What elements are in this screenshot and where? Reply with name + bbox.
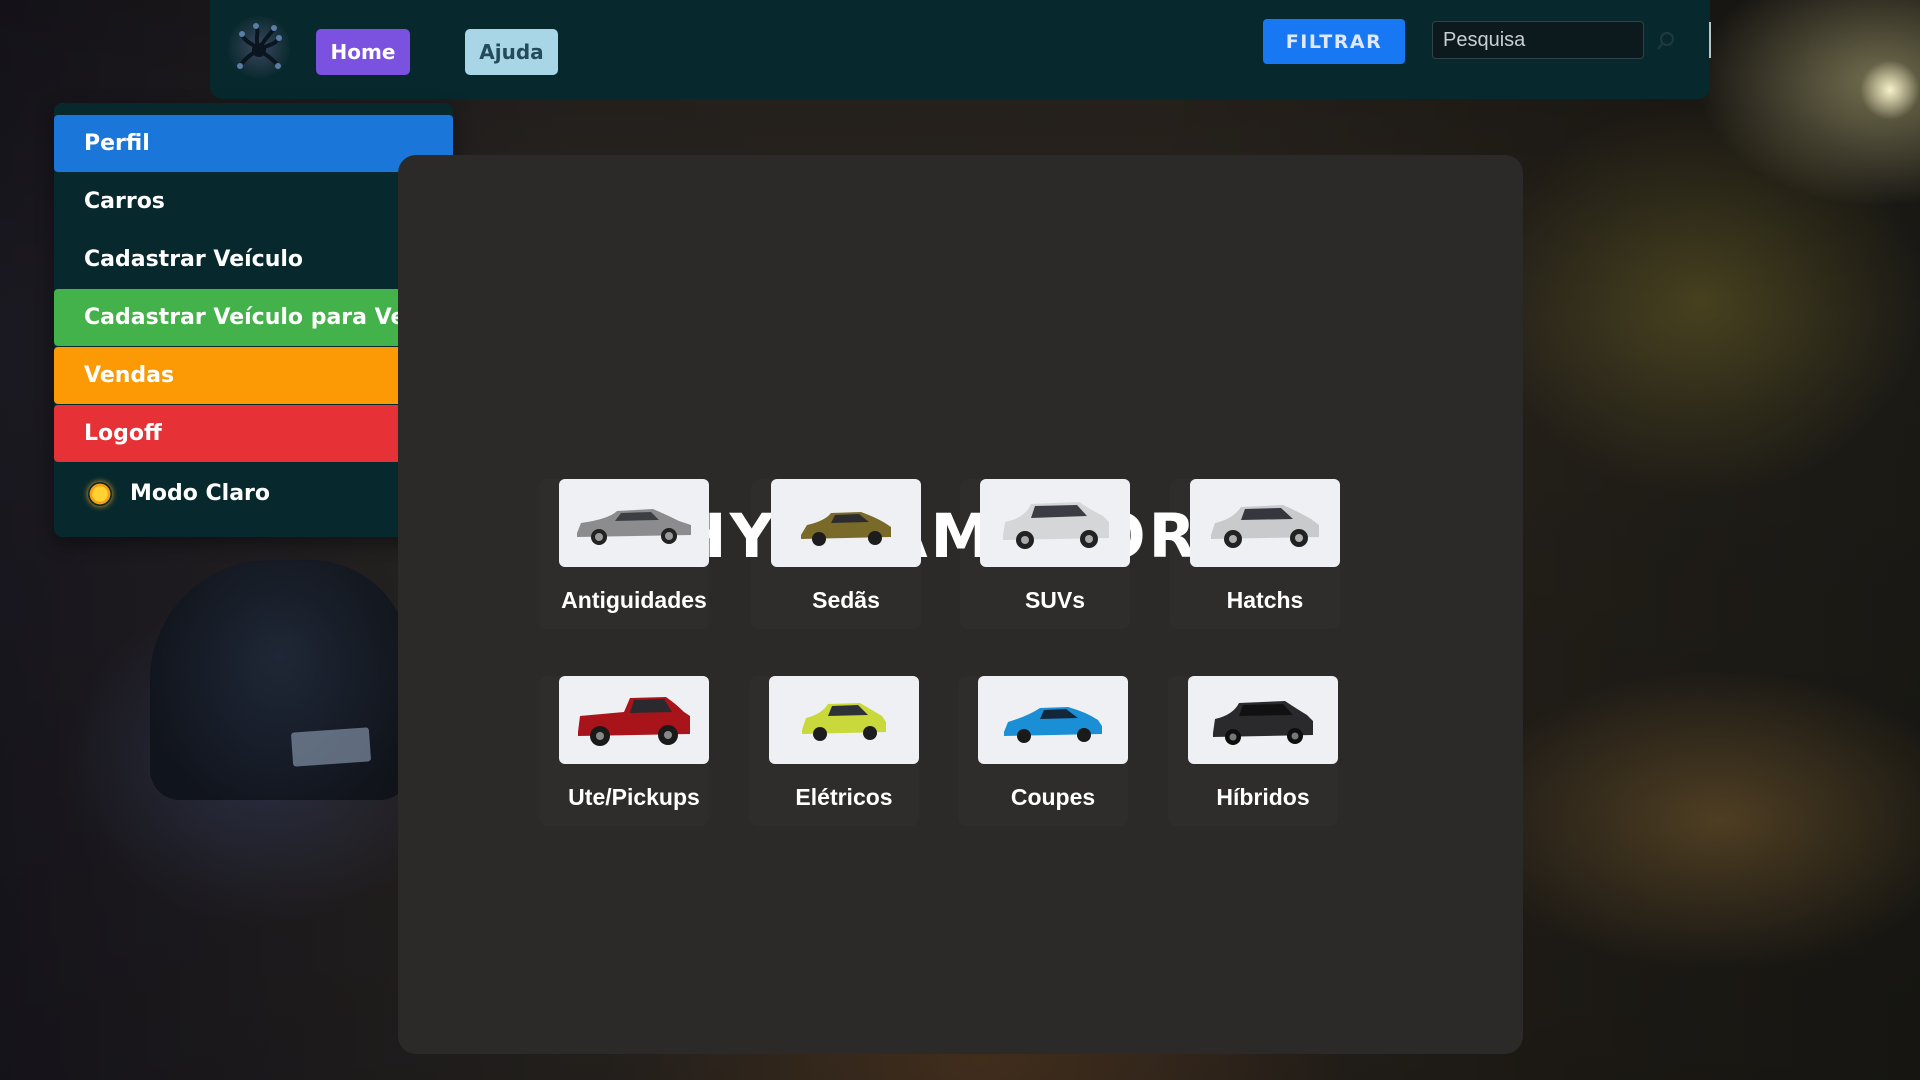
category-card-eletricos[interactable]: Elétricos bbox=[749, 676, 919, 826]
search-icon[interactable] bbox=[1654, 29, 1678, 53]
sun-icon bbox=[88, 481, 112, 506]
side-menu: Perfil Carros Cadastrar Veículo Cadastra… bbox=[54, 103, 453, 537]
category-label: Sedãs bbox=[812, 587, 880, 613]
menu-item-carros[interactable]: Carros bbox=[54, 173, 453, 230]
category-card-hatchs[interactable]: Hatchs bbox=[1170, 479, 1340, 629]
light-mode-toggle[interactable]: Modo Claro bbox=[54, 465, 453, 522]
category-card-suvs[interactable]: SUVs bbox=[960, 479, 1130, 629]
menu-item-logoff[interactable]: Logoff bbox=[54, 405, 453, 462]
category-card-sedas[interactable]: Sedãs bbox=[751, 479, 921, 629]
background-plate bbox=[290, 727, 372, 767]
main-panel: HYDRAMOTORS Antiguidades Sedãs SUVs Hatc… bbox=[398, 155, 1523, 1054]
category-card-coupes[interactable]: Coupes bbox=[958, 676, 1128, 826]
light-mode-label: Modo Claro bbox=[130, 481, 271, 506]
category-card-ute-pickups[interactable]: Ute/Pickups bbox=[539, 676, 709, 826]
menu-item-cadastrar-veiculo[interactable]: Cadastrar Veículo bbox=[54, 231, 453, 288]
car-image bbox=[978, 676, 1128, 764]
category-label: Coupes bbox=[1010, 784, 1096, 810]
category-label: Antiguidades bbox=[561, 587, 707, 613]
category-card-antiguidades[interactable]: Antiguidades bbox=[539, 479, 709, 629]
car-image bbox=[1188, 676, 1338, 764]
car-image bbox=[559, 479, 709, 567]
menu-item-vendas[interactable]: Vendas bbox=[54, 347, 453, 404]
car-image bbox=[559, 676, 709, 764]
hydra-logo-icon[interactable] bbox=[228, 16, 290, 78]
category-label: Ute/Pickups bbox=[568, 784, 700, 810]
car-image bbox=[771, 479, 921, 567]
background-car bbox=[150, 560, 410, 800]
category-label: Híbridos bbox=[1216, 784, 1310, 810]
filter-button[interactable]: FILTRAR bbox=[1263, 19, 1405, 64]
car-image bbox=[980, 479, 1130, 567]
background-streetlight bbox=[1860, 60, 1920, 120]
ajuda-button[interactable]: Ajuda bbox=[465, 29, 558, 75]
car-image bbox=[769, 676, 919, 764]
home-button[interactable]: Home bbox=[316, 29, 410, 75]
top-navbar: Home Ajuda FILTRAR bbox=[210, 0, 1711, 99]
category-card-hibridos[interactable]: Híbridos bbox=[1168, 676, 1338, 826]
nav-divider bbox=[1709, 22, 1711, 58]
car-image bbox=[1190, 479, 1340, 567]
search-input[interactable] bbox=[1432, 21, 1644, 59]
menu-item-perfil[interactable]: Perfil bbox=[54, 115, 453, 172]
category-label: Hatchs bbox=[1226, 587, 1304, 613]
menu-item-cadastrar-veiculo-venda[interactable]: Cadastrar Veículo para Venda bbox=[54, 289, 453, 346]
search-box bbox=[1432, 21, 1682, 61]
category-label: SUVs bbox=[1024, 587, 1086, 613]
category-label: Elétricos bbox=[795, 784, 893, 810]
